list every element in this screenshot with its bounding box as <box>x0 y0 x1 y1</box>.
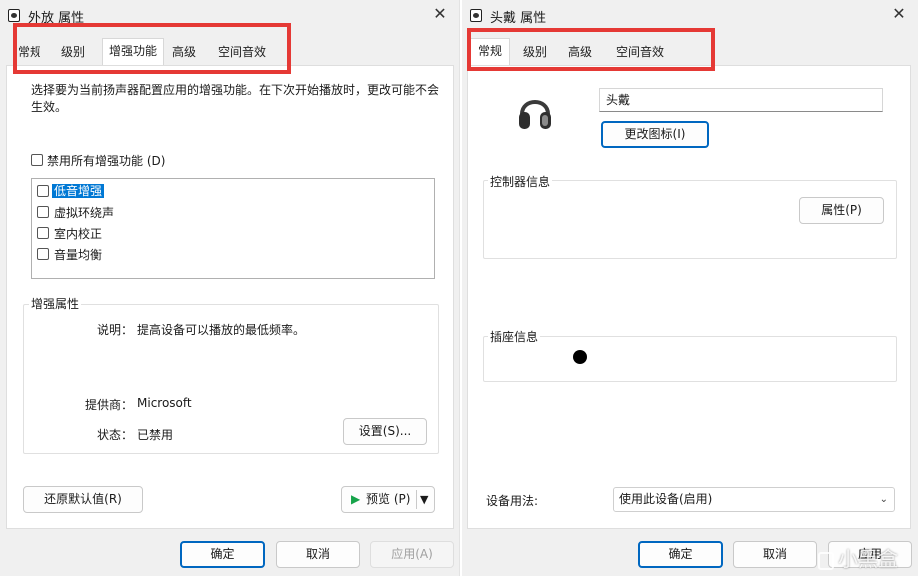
cursor-dot <box>573 350 587 364</box>
right-titlebar: 头戴 属性 ✕ <box>462 0 918 30</box>
enhancement-checkbox-room-correction[interactable] <box>37 227 49 239</box>
provider-label: 提供商： <box>85 398 134 412</box>
description-value: 提高设备可以播放的最低频率。 <box>137 323 306 337</box>
status-label: 状态： <box>97 428 134 442</box>
chevron-down-icon: ⌄ <box>879 494 888 505</box>
preview-split-button[interactable]: ▶ 预览 (P) ▼ <box>341 486 435 513</box>
enhancement-item-bass-boost[interactable]: 低音增强 <box>52 182 105 199</box>
enhancement-item-loudness[interactable]: 音量均衡 <box>54 246 102 263</box>
right-ok-button[interactable]: 确定 <box>638 541 723 568</box>
watermark-logo: 小黑盒 <box>818 543 898 572</box>
preview-label: 预览 (P) <box>366 492 411 506</box>
intro-text-line1: 选择要为当前扬声器配置应用的增强功能。在下次开始播放时，更改可能不会 <box>31 83 440 97</box>
status-value: 已禁用 <box>137 428 174 442</box>
controller-info-label: 控制器信息 <box>488 173 553 190</box>
speaker-app-icon <box>8 9 20 22</box>
description-label: 说明： <box>97 323 134 337</box>
disable-all-checkbox[interactable] <box>31 154 43 166</box>
speaker-app-icon <box>470 9 482 22</box>
device-usage-label: 设备用法: <box>486 494 539 508</box>
enhancement-checkbox-loudness[interactable] <box>37 248 49 260</box>
left-properties-window: 外放 属性 ✕ 常规 级别 增强功能 高级 空间音效 选择要为当前扬声器配置应用… <box>0 0 460 576</box>
left-ok-button[interactable]: 确定 <box>180 541 265 568</box>
provider-value: Microsoft <box>137 396 192 410</box>
change-icon-button[interactable]: 更改图标(I) <box>601 121 709 148</box>
disable-all-text: 禁用所有增强功能 <box>47 154 144 168</box>
enhancement-item-virtual-surround[interactable]: 虚拟环绕声 <box>54 204 114 221</box>
controller-properties-button[interactable]: 属性(P) <box>799 197 884 224</box>
headphones-icon <box>519 100 551 129</box>
disable-all-hotkey: (D) <box>146 154 166 168</box>
jack-info-label: 插座信息 <box>488 328 541 345</box>
right-tabs-highlight-box <box>467 28 715 71</box>
jack-info-group <box>483 336 897 382</box>
preview-divider <box>416 490 417 509</box>
enhancement-item-room-correction[interactable]: 室内校正 <box>54 225 102 242</box>
device-usage-dropdown[interactable]: 使用此设备(启用) ⌄ <box>613 487 895 512</box>
left-apply-button[interactable]: 应用(A) <box>370 541 454 568</box>
enhancements-list[interactable]: 低音增强 虚拟环绕声 室内校正 音量均衡 <box>31 178 435 279</box>
close-icon[interactable]: ✕ <box>427 2 453 26</box>
settings-button[interactable]: 设置(S)... <box>343 418 427 445</box>
intro-text-line2: 生效。 <box>31 100 68 114</box>
right-tab-panel: 头戴 更改图标(I) 控制器信息 属性(P) 插座信息 设备用法: 使用此设备(… <box>467 65 911 529</box>
enhancement-checkbox-bass-boost[interactable] <box>37 185 49 197</box>
device-name-field[interactable]: 头戴 <box>599 88 883 112</box>
right-properties-window: 头戴 属性 ✕ 常规 级别 高级 空间音效 头戴 更改图标(I) 控制器信息 属… <box>462 0 918 576</box>
chevron-down-icon[interactable]: ▼ <box>420 487 428 512</box>
left-cancel-button[interactable]: 取消 <box>276 541 360 568</box>
right-window-title: 头戴 属性 <box>490 11 547 26</box>
restore-defaults-button[interactable]: 还原默认值(R) <box>23 486 143 513</box>
close-icon[interactable]: ✕ <box>886 2 912 26</box>
disable-all-label[interactable]: 禁用所有增强功能 (D) <box>47 152 165 169</box>
play-icon: ▶ <box>351 492 361 506</box>
right-cancel-button[interactable]: 取消 <box>733 541 817 568</box>
enhancement-properties-label: 增强属性 <box>29 295 82 312</box>
watermark-box-icon <box>818 551 834 570</box>
enhancement-checkbox-virtual-surround[interactable] <box>37 206 49 218</box>
left-tabs-highlight-box <box>13 23 291 74</box>
device-usage-value: 使用此设备(启用) <box>619 492 713 506</box>
left-tab-panel: 选择要为当前扬声器配置应用的增强功能。在下次开始播放时，更改可能不会 生效。 禁… <box>6 65 454 529</box>
watermark-text: 小黑盒 <box>838 547 898 571</box>
